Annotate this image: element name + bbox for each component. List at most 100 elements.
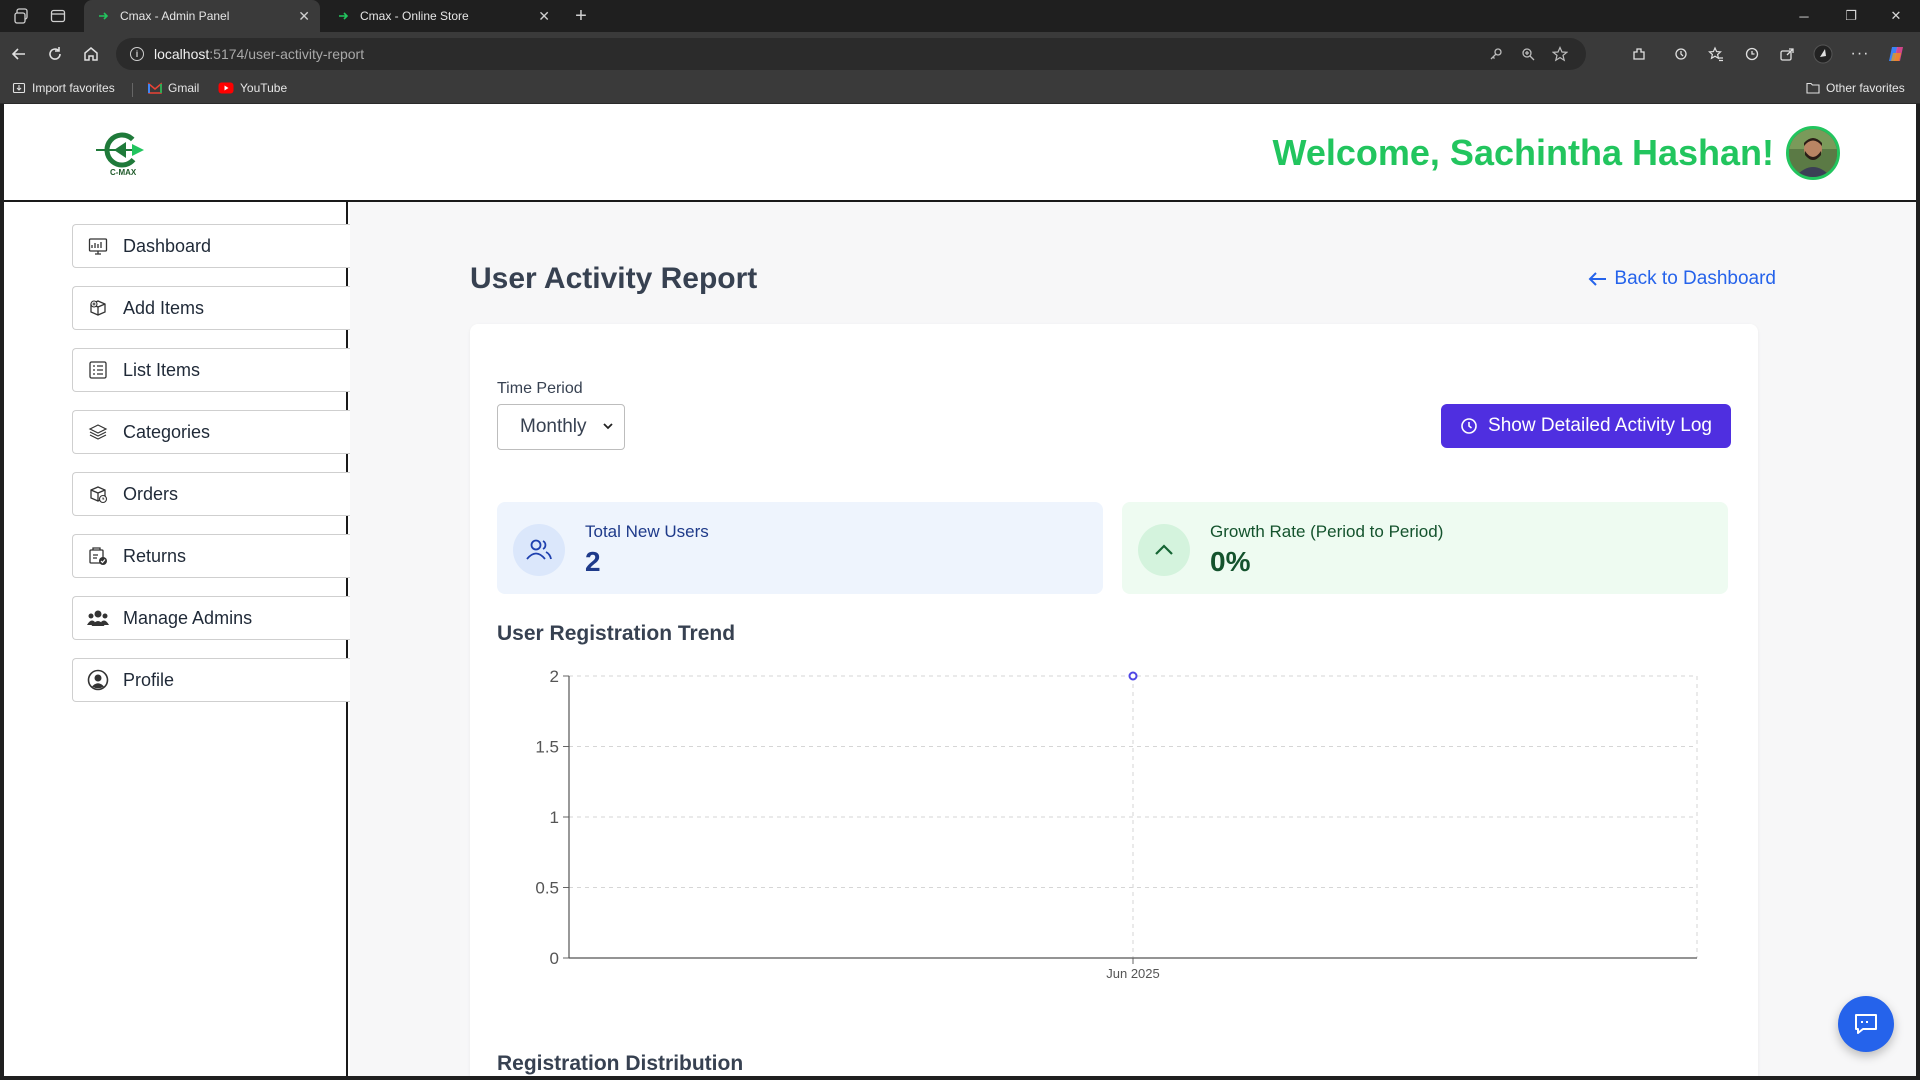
url-path: :5174/user-activity-report (209, 46, 365, 62)
sidebar-item-profile[interactable]: Profile (72, 658, 350, 702)
y-tick-label: 2 (550, 667, 559, 686)
back-arrow-icon[interactable] (8, 43, 30, 65)
legend-label: New Users (1101, 992, 1189, 994)
page-title: User Activity Report (470, 262, 758, 295)
history-icon[interactable] (1741, 43, 1763, 65)
profile-icon (87, 669, 109, 691)
favorite-youtube[interactable]: YouTube (218, 81, 287, 95)
close-icon[interactable]: ✕ (298, 8, 310, 25)
back-to-dashboard-link[interactable]: Back to Dashboard (1588, 268, 1776, 290)
chart-title: User Registration Trend (497, 622, 736, 645)
report-card: Time Period Monthly Show Detailed Activi… (470, 324, 1758, 1076)
sidebar-item-label: Categories (123, 421, 211, 442)
sidebar: Dashboard Add Items List Items Categorie… (4, 202, 350, 1076)
restore-icon[interactable]: ❐ (1841, 6, 1861, 26)
clock-icon (1461, 418, 1477, 434)
url-host: localhost (154, 46, 210, 62)
favorite-label: Import favorites (32, 81, 115, 95)
arrow-left-icon (1588, 272, 1607, 286)
y-tick-label: 0.5 (535, 879, 559, 898)
extensions-icon[interactable] (1628, 43, 1650, 65)
tab-title: Cmax - Admin Panel (120, 9, 230, 23)
stat-label: Total New Users (585, 522, 709, 541)
show-activity-log-button[interactable]: Show Detailed Activity Log (1441, 404, 1731, 448)
favorite-label: YouTube (240, 81, 288, 95)
minimize-icon[interactable]: ─ (1794, 6, 1814, 26)
window-close-icon[interactable]: ✕ (1886, 6, 1906, 26)
sidebar-item-manage-admins[interactable]: Manage Admins (72, 596, 350, 640)
other-favorites[interactable]: Other favorites (1806, 81, 1905, 95)
favorites-bar: Import favorites Gmail YouTube Other fav… (0, 76, 1920, 104)
orders-icon (87, 483, 109, 505)
log-button-label: Show Detailed Activity Log (1488, 415, 1712, 436)
share-icon[interactable] (1776, 43, 1798, 65)
sidebar-item-label: List Items (123, 359, 201, 380)
sidebar-item-categories[interactable]: Categories (72, 410, 350, 454)
welcome-message: Welcome, Sachintha Hashan! (1272, 132, 1774, 173)
chat-icon (1855, 1014, 1877, 1034)
tab-admin-panel[interactable]: Cmax - Admin Panel ✕ (84, 0, 320, 32)
zoom-icon[interactable] (1518, 44, 1538, 64)
address-toolbar: i localhost:5174/user-activity-report ··… (0, 32, 1920, 76)
browser-tab-bar: Cmax - Admin Panel ✕ Cmax - Online Store… (0, 0, 1920, 32)
growth-rate-card: Growth Rate (Period to Period) 0% (1122, 502, 1728, 594)
sidebar-item-list-items[interactable]: List Items (72, 348, 350, 392)
app-header: C-MAX Welcome, Sachintha Hashan! (4, 104, 1916, 202)
time-period-label: Time Period (497, 380, 583, 397)
refresh-icon[interactable] (44, 43, 66, 65)
back-link-label: Back to Dashboard (1614, 268, 1776, 289)
favorite-gmail[interactable]: Gmail (148, 81, 199, 95)
users-icon (87, 607, 109, 629)
cmax-logo[interactable]: C-MAX (92, 128, 156, 178)
password-key-icon[interactable] (1486, 44, 1506, 64)
profile-avatar-icon[interactable] (1812, 43, 1834, 65)
stat-value: 0% (1210, 546, 1251, 577)
gmail-icon (148, 82, 162, 94)
time-period-select[interactable]: Monthly (497, 404, 625, 450)
tab-title: Cmax - Online Store (360, 9, 469, 23)
close-icon[interactable]: ✕ (538, 8, 550, 25)
other-favorites-label: Other favorites (1826, 81, 1905, 95)
more-options-icon[interactable]: ··· (1849, 43, 1871, 65)
sidebar-item-returns[interactable]: Returns (72, 534, 350, 578)
url-field[interactable]: i localhost:5174/user-activity-report (116, 38, 1586, 70)
home-icon[interactable] (80, 43, 102, 65)
youtube-icon (218, 82, 234, 94)
favorite-star-icon[interactable] (1550, 44, 1570, 64)
sidebar-item-add-items[interactable]: Add Items (72, 286, 350, 330)
site-info-icon[interactable]: i (130, 47, 144, 61)
cmax-favicon-icon (336, 9, 350, 23)
favorites-icon[interactable] (1705, 43, 1727, 65)
returns-icon (87, 545, 109, 567)
workspaces-icon[interactable] (12, 6, 32, 26)
y-tick-label: 1.5 (535, 738, 559, 757)
favorite-label: Gmail (168, 81, 200, 95)
avatar[interactable] (1786, 126, 1840, 180)
logo-text: C-MAX (110, 168, 137, 177)
sidebar-item-label: Profile (123, 669, 175, 690)
sidebar-item-dashboard[interactable]: Dashboard (72, 224, 350, 268)
browser-essentials-icon[interactable] (1670, 43, 1692, 65)
y-tick-label: 0 (550, 949, 559, 968)
y-tick-label: 1 (550, 808, 559, 827)
sidebar-item-orders[interactable]: Orders (72, 472, 350, 516)
section-title: Registration Distribution (497, 1052, 744, 1075)
sidebar-item-label: Dashboard (123, 235, 212, 256)
x-tick-label: Jun 2025 (1106, 966, 1160, 981)
copilot-icon[interactable] (1885, 43, 1907, 65)
new-tab-icon[interactable]: + (571, 5, 591, 27)
sidebar-item-label: Orders (123, 483, 179, 504)
list-icon (87, 359, 109, 381)
folder-icon (1806, 82, 1820, 94)
registration-trend-chart: 0 0.5 1 1.5 2 Jun 2025 New Users (497, 654, 1737, 1012)
data-point (1128, 671, 1138, 681)
stat-value: 2 (585, 546, 601, 577)
sidebar-item-label: Manage Admins (123, 607, 253, 628)
favorite-import[interactable]: Import favorites (12, 81, 115, 95)
tab-online-store[interactable]: Cmax - Online Store ✕ (324, 0, 560, 32)
sidebar-item-label: Add Items (123, 297, 205, 318)
dashboard-icon (87, 235, 109, 257)
chat-button[interactable] (1838, 996, 1894, 1052)
vertical-tabs-icon[interactable] (48, 6, 68, 26)
box-add-icon (87, 297, 109, 319)
